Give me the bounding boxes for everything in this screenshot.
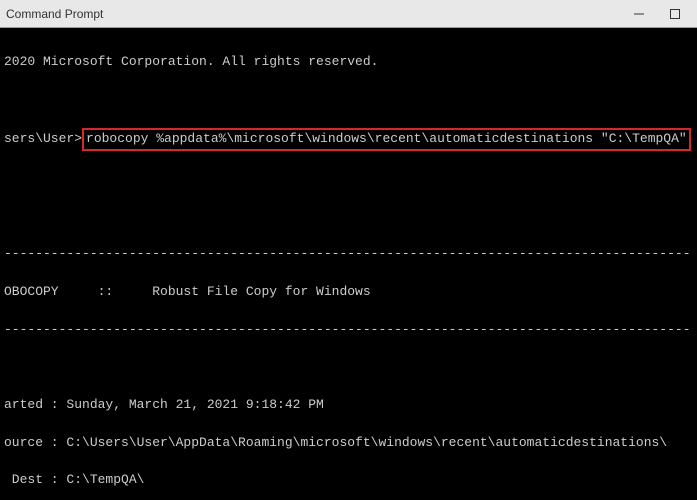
blank-line bbox=[4, 358, 697, 377]
blank-line bbox=[4, 208, 697, 227]
blank-line bbox=[4, 170, 697, 189]
window-title: Command Prompt bbox=[6, 7, 103, 21]
minimize-button[interactable] bbox=[621, 2, 657, 26]
started-line: arted : Sunday, March 21, 2021 9:18:42 P… bbox=[4, 396, 697, 415]
terminal-output[interactable]: 2020 Microsoft Corporation. All rights r… bbox=[0, 28, 697, 500]
maximize-icon bbox=[670, 9, 680, 19]
prompt-line: sers\User>robocopy %appdata%\microsoft\w… bbox=[4, 128, 697, 151]
blank-line bbox=[4, 91, 697, 110]
highlighted-command: robocopy %appdata%\microsoft\windows\rec… bbox=[82, 128, 691, 151]
copyright-line: 2020 Microsoft Corporation. All rights r… bbox=[4, 53, 697, 72]
separator-line: ----------------------------------------… bbox=[4, 245, 697, 264]
source-line: ource : C:\Users\User\AppData\Roaming\mi… bbox=[4, 434, 697, 453]
separator-line: ----------------------------------------… bbox=[4, 321, 697, 340]
minimize-icon bbox=[634, 9, 644, 19]
titlebar: Command Prompt bbox=[0, 0, 697, 28]
prompt-prefix: sers\User> bbox=[4, 131, 82, 146]
window-controls bbox=[621, 2, 693, 26]
tool-name-line: OBOCOPY :: Robust File Copy for Windows bbox=[4, 283, 697, 302]
maximize-button[interactable] bbox=[657, 2, 693, 26]
dest-line: Dest : C:\TempQA\ bbox=[4, 471, 697, 490]
